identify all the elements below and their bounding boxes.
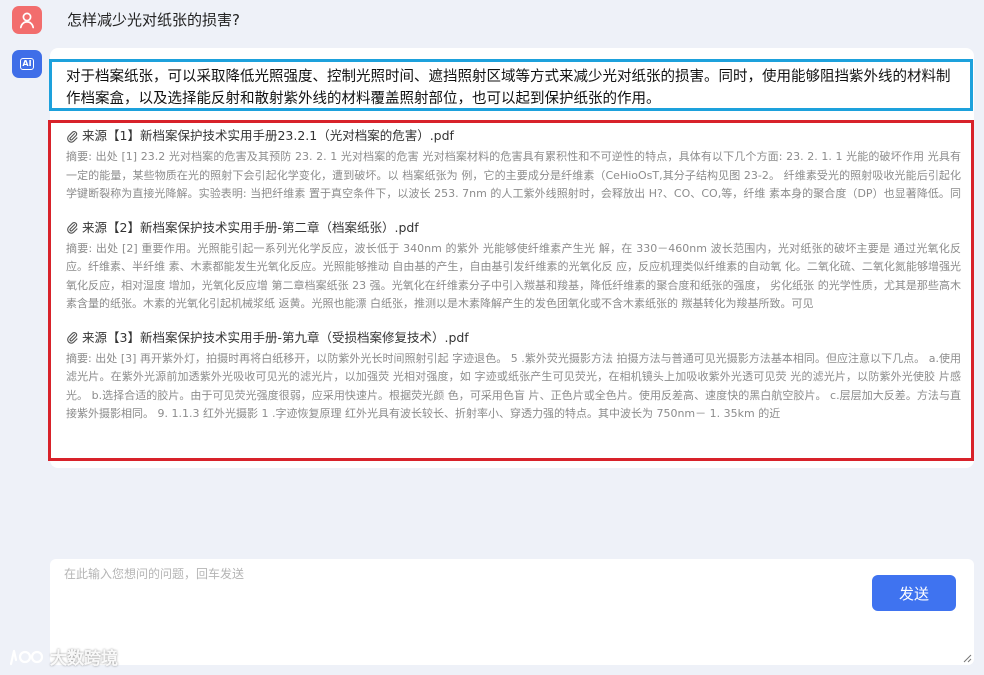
source-item: 来源【3】新档案保护技术实用手册-第九章（受损档案修复技术）.pdf 摘要: 出…	[66, 328, 961, 424]
source-excerpt: 摘要: 出处 [3] 再开紫外灯，拍摄时再将白纸移开，以防紫外光长时间照射引起 …	[66, 351, 961, 421]
ai-badge-icon: AI	[20, 58, 34, 70]
user-avatar	[12, 6, 42, 34]
composer-panel: 发送	[50, 559, 974, 665]
source-title: 来源【3】新档案保护技术实用手册-第九章（受损档案修复技术）.pdf	[82, 329, 469, 345]
user-icon	[19, 12, 35, 29]
paperclip-icon	[67, 130, 78, 143]
source-title-link[interactable]: 来源【2】新档案保护技术实用手册-第二章（档案纸张）.pdf	[66, 218, 961, 238]
source-title-link[interactable]: 来源【1】新档案保护技术实用手册23.2.1（光对档案的危害）.pdf	[66, 126, 961, 146]
source-title-link[interactable]: 来源【3】新档案保护技术实用手册-第九章（受损档案修复技术）.pdf	[66, 328, 961, 348]
brand-logo-icon	[9, 649, 44, 665]
sources-list: 来源【1】新档案保护技术实用手册23.2.1（光对档案的危害）.pdf 摘要: …	[48, 120, 974, 461]
watermark: 大数跨境	[8, 644, 118, 669]
source-title: 来源【2】新档案保护技术实用手册-第二章（档案纸张）.pdf	[82, 219, 419, 235]
source-item: 来源【1】新档案保护技术实用手册23.2.1（光对档案的危害）.pdf 摘要: …	[66, 126, 961, 204]
source-excerpt: 摘要: 出处 [1] 23.2 光对档案的危害及其预防 23. 2. 1 光对档…	[66, 150, 961, 200]
question-input[interactable]	[50, 559, 974, 665]
user-question: 怎样减少光对纸张的损害?	[67, 11, 240, 29]
source-item: 来源【2】新档案保护技术实用手册-第二章（档案纸张）.pdf 摘要: 出处 [2…	[66, 218, 961, 314]
watermark-text: 大数跨境	[50, 649, 118, 669]
paperclip-icon	[67, 332, 78, 344]
ai-avatar: AI	[12, 50, 42, 78]
paperclip-icon	[67, 222, 78, 234]
answer-text: 对于档案纸张，可以采取降低光照强度、控制光照时间、遮挡照射区域等方式来减少光对纸…	[49, 59, 973, 111]
send-button[interactable]: 发送	[872, 575, 956, 611]
resize-grip-icon[interactable]	[962, 653, 972, 663]
source-excerpt: 摘要: 出处 [2] 重要作用。光照能引起一系列光化学反应，波长低于 340nm…	[66, 241, 961, 311]
source-title: 来源【1】新档案保护技术实用手册23.2.1（光对档案的危害）.pdf	[82, 128, 454, 143]
